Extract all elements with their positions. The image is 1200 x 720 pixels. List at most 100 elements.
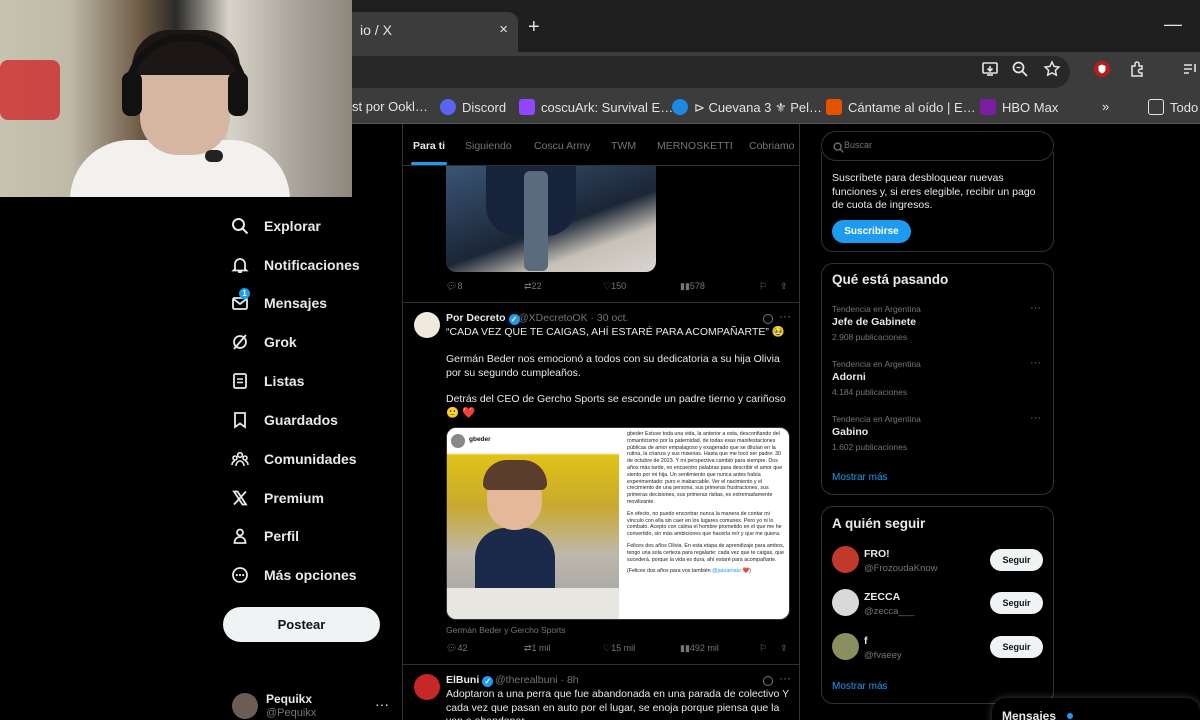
- bookmark-item[interactable]: coscuArk: Survival E…: [519, 99, 673, 115]
- extensions-puzzle-icon[interactable]: [1126, 60, 1150, 84]
- nav-item-explorar[interactable]: Explorar: [230, 212, 321, 240]
- trend-context: Tendencia en Argentina: [832, 304, 921, 314]
- like-button[interactable]: ♡ 15 mil: [603, 643, 635, 654]
- tab-coscu-army[interactable]: Coscu Army: [534, 140, 591, 152]
- like-button[interactable]: ♡ 150: [603, 281, 626, 292]
- extension-shield-icon[interactable]: [1090, 60, 1114, 84]
- tweet-text: “CADA VEZ QUE TE CAIGAS, AHÍ ESTARÉ PARA…: [446, 326, 785, 338]
- tab-cobriamo[interactable]: Cobriamo: [749, 140, 795, 152]
- bookmark-icon[interactable]: ⚐: [759, 643, 767, 654]
- follow-handle: @fvaeey: [864, 650, 902, 661]
- tab-siguiendo[interactable]: Siguiendo: [465, 140, 512, 152]
- follow-name[interactable]: FRO!: [864, 548, 890, 560]
- trend-more-icon[interactable]: ···: [1030, 357, 1041, 369]
- follow-button[interactable]: Seguir: [990, 636, 1043, 658]
- nav-item-grok[interactable]: Grok: [230, 328, 297, 356]
- bookmark-item[interactable]: st por Ookl…: [352, 99, 428, 114]
- webcam-headphone-left: [122, 72, 142, 116]
- window-minimize-button[interactable]: —: [1164, 14, 1182, 35]
- tweet-author[interactable]: ElBuni ✓: [446, 674, 496, 687]
- avatar[interactable]: [832, 633, 859, 660]
- trend-count: 4.184 publicaciones: [832, 387, 908, 397]
- avatar[interactable]: [832, 546, 859, 573]
- repost-button[interactable]: ⇄ 1 mil: [524, 643, 551, 654]
- bookmark-item[interactable]: Cántame al oído | E…: [826, 99, 976, 115]
- trend-name[interactable]: Jefe de Gabinete: [832, 316, 916, 328]
- post-button[interactable]: Postear: [223, 607, 380, 642]
- avatar[interactable]: [414, 674, 440, 700]
- bookmark-item[interactable]: ⊳ Cuevana 3 ⚜ Pel…: [672, 99, 822, 116]
- image-text: (Felices dos años para vos también: [627, 568, 711, 575]
- bookmark-item[interactable]: HBO Max: [980, 99, 1058, 115]
- divider: [403, 302, 799, 303]
- trend-more-icon[interactable]: ···: [1030, 412, 1041, 424]
- image-paragraph: (Felices dos años para vos también @paua…: [627, 568, 785, 575]
- tab-para-ti[interactable]: Para ti: [413, 140, 445, 152]
- nav-item-mensajes[interactable]: 1 Mensajes: [230, 288, 328, 317]
- folder-icon: [1148, 99, 1164, 115]
- views-button[interactable]: ▮▮ 492 mil: [680, 643, 719, 654]
- tweet-media-image[interactable]: gbeder gbeder Estuve toda una vida, la a…: [446, 427, 790, 620]
- messages-drawer-label[interactable]: Mensajes: [1002, 709, 1056, 720]
- communities-icon: [230, 449, 250, 469]
- avatar[interactable]: [414, 312, 440, 338]
- follow-name[interactable]: f: [864, 635, 868, 647]
- grok-icon[interactable]: [763, 314, 773, 324]
- show-more-link[interactable]: Mostrar más: [832, 681, 888, 692]
- new-tab-button[interactable]: +: [528, 17, 540, 37]
- follow-name[interactable]: ZECCA: [864, 591, 900, 603]
- person-icon: [230, 526, 250, 546]
- nav-item-perfil[interactable]: Perfil: [230, 522, 299, 550]
- trend-more-icon[interactable]: ···: [1030, 302, 1041, 314]
- nav-item-mas-opciones[interactable]: Más opciones: [230, 561, 357, 589]
- tab-mernosketti[interactable]: MERNOSKETTI: [657, 140, 733, 152]
- install-app-icon[interactable]: [978, 60, 1002, 84]
- share-icon[interactable]: ⇪: [780, 281, 788, 292]
- nav-item-guardados[interactable]: Guardados: [230, 406, 338, 434]
- bookmark-star-icon[interactable]: [1040, 60, 1064, 84]
- premium-description: Suscríbete para desbloquear nuevas funci…: [832, 172, 1036, 211]
- tab-close-icon[interactable]: ×: [499, 21, 508, 38]
- follow-button[interactable]: Seguir: [990, 592, 1043, 614]
- photo-child: gbeder: [447, 428, 619, 619]
- tweet-handle-date[interactable]: @therealbuni · 8h: [495, 674, 579, 686]
- avatar[interactable]: [232, 693, 258, 719]
- image-paragraph: Felices dos años Olivia. En esta etapa d…: [627, 542, 785, 563]
- subscribe-button[interactable]: Suscribirse: [832, 220, 911, 243]
- tweet-media-image[interactable]: [446, 166, 656, 272]
- media-control-icon[interactable]: [1178, 60, 1200, 84]
- views-button[interactable]: ▮▮ 578: [680, 281, 705, 292]
- bookmarks-overflow-button[interactable]: »: [1102, 99, 1109, 114]
- tab-twm[interactable]: TWM: [611, 140, 636, 152]
- nav-item-listas[interactable]: Listas: [230, 367, 304, 395]
- tweet-author[interactable]: Por Decreto ✓: [446, 312, 523, 325]
- nav-item-comunidades[interactable]: Comunidades: [230, 445, 357, 473]
- bookmark-icon[interactable]: ⚐: [759, 281, 767, 292]
- reply-button[interactable]: 💬︎ 8: [446, 281, 462, 292]
- reply-count: 8: [457, 281, 463, 291]
- show-more-link[interactable]: Mostrar más: [832, 472, 888, 483]
- follow-button[interactable]: Seguir: [990, 549, 1043, 571]
- share-icon[interactable]: ⇪: [780, 643, 788, 654]
- more-options-icon[interactable]: ···: [779, 309, 791, 323]
- grok-icon[interactable]: [763, 676, 773, 686]
- zoom-icon[interactable]: [1008, 60, 1032, 84]
- bookmark-item[interactable]: Discord: [440, 99, 506, 115]
- image-caption-text: gbeder Estuve toda una vida, la anterior…: [623, 428, 789, 619]
- tweet-text: Germán Beder nos emocionó a todos con su…: [446, 353, 780, 379]
- bookmark-label: st por Ookl…: [352, 99, 428, 114]
- nav-item-notificaciones[interactable]: Notificaciones: [230, 251, 360, 279]
- bookmark-folder[interactable]: Todo: [1148, 99, 1198, 115]
- trend-name[interactable]: Gabino: [832, 426, 868, 438]
- account-name[interactable]: Pequikx: [266, 692, 312, 706]
- reply-button[interactable]: 💬︎ 42: [446, 643, 467, 654]
- repost-button[interactable]: ⇄ 22: [524, 281, 542, 292]
- account-more-button[interactable]: ···: [375, 696, 389, 712]
- address-bar[interactable]: [300, 56, 1070, 88]
- trend-name[interactable]: Adorni: [832, 371, 866, 383]
- avatar[interactable]: [832, 589, 859, 616]
- more-options-icon[interactable]: ···: [779, 671, 791, 685]
- nav-label: Mensajes: [264, 295, 328, 311]
- nav-item-premium[interactable]: Premium: [230, 484, 324, 512]
- tweet-handle-date[interactable]: @XDecretoOK · 30 oct.: [518, 312, 628, 324]
